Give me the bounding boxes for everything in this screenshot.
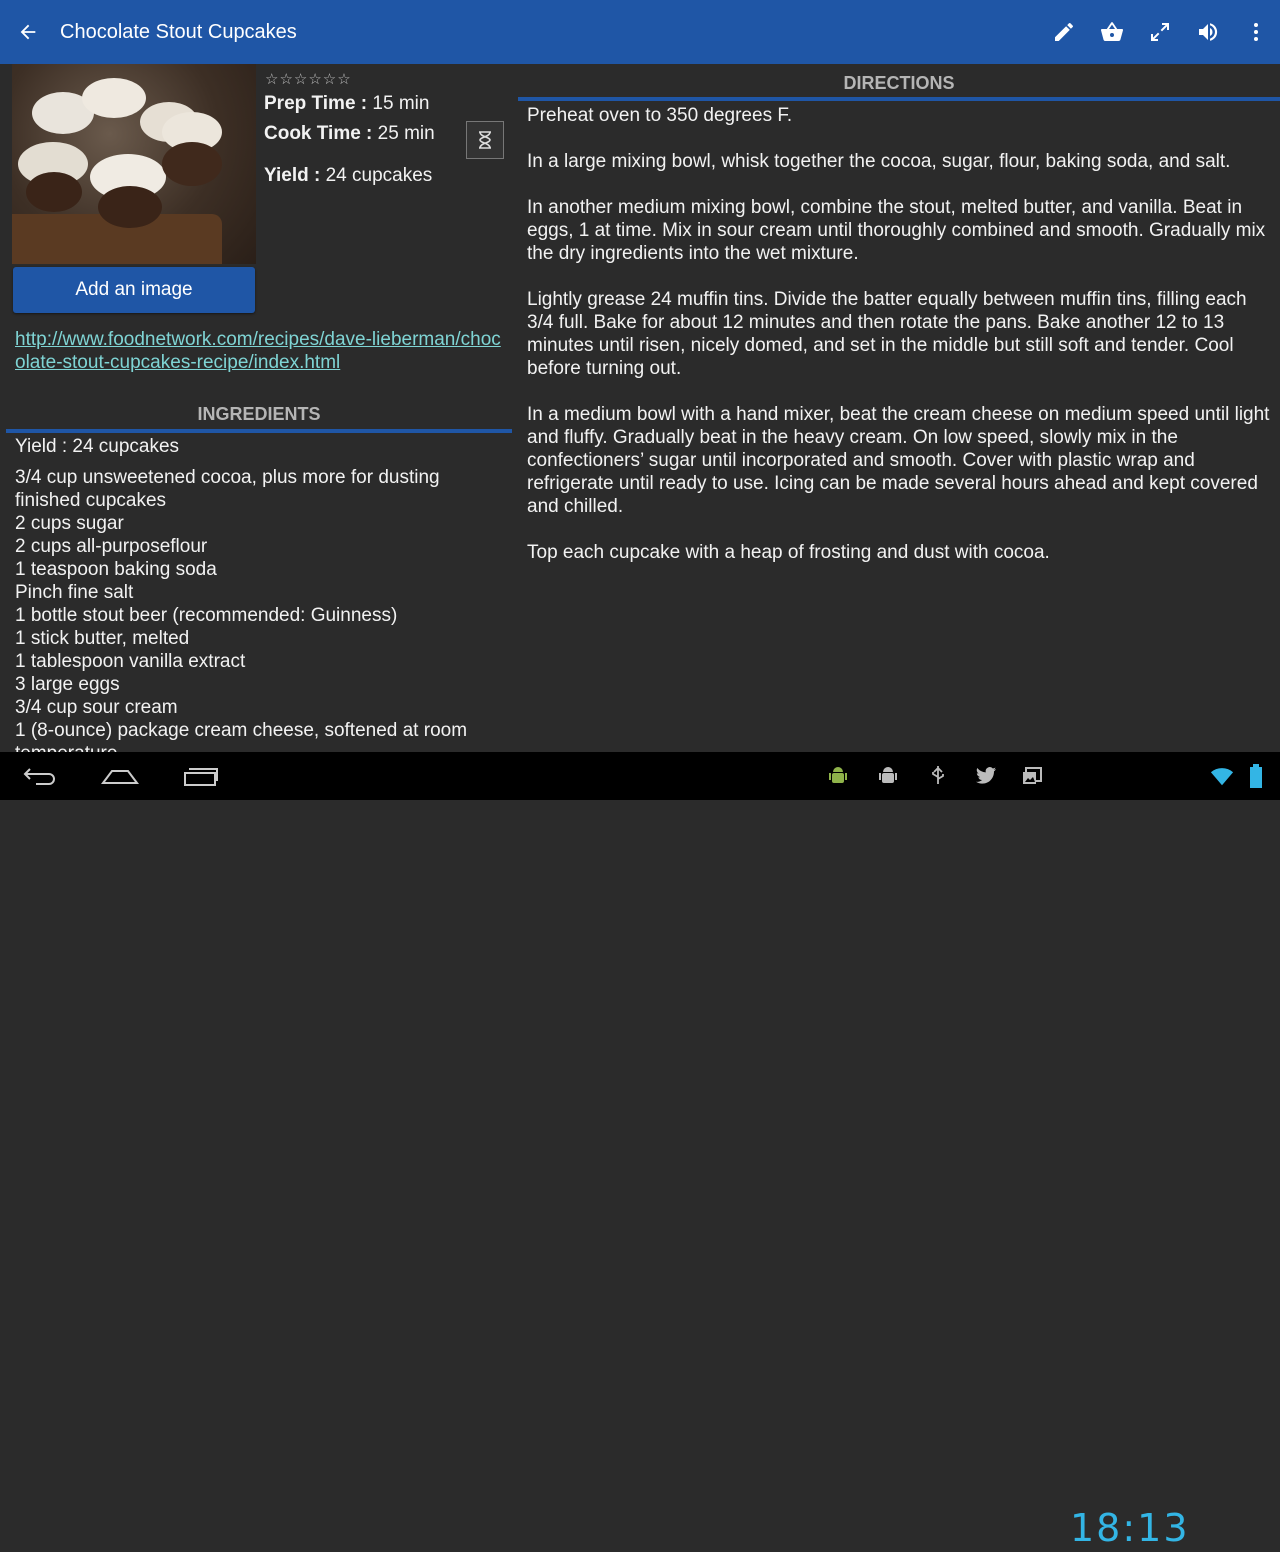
overflow-menu-button[interactable] (1232, 0, 1280, 64)
photo-frosting (82, 78, 146, 118)
rating-stars[interactable]: ☆☆☆☆☆☆ (265, 70, 352, 88)
yield-value: 24 cupcakes (325, 165, 433, 186)
ingredient-item: 1 bottle stout beer (recommended: Guinne… (15, 605, 398, 626)
ingredient-item: 3 large eggs (15, 674, 120, 695)
overflow-menu-icon (1254, 23, 1258, 41)
twitter-icon[interactable] (974, 764, 998, 788)
nav-recents-icon (184, 768, 218, 786)
volume-icon (1199, 23, 1218, 41)
pencil-icon (1055, 23, 1073, 41)
directions-header: DIRECTIONS (843, 73, 955, 93)
hourglass-icon (479, 131, 491, 149)
timer-button[interactable] (466, 121, 504, 159)
usb-icon[interactable] (926, 764, 950, 788)
ingredient-item: 2 cups all-purposeflour (15, 536, 208, 557)
back-arrow-icon (20, 24, 36, 40)
ingredient-item: 1 teaspoon baking soda (15, 559, 217, 580)
ingredient-item: Pinch fine salt (15, 582, 134, 603)
prep-time-label: Prep Time : (264, 93, 368, 114)
directions-list: Preheat oven to 350 degrees F. In a larg… (527, 104, 1272, 587)
add-image-button[interactable]: Add an image (13, 267, 255, 313)
ingredient-item: 3/4 cup sour cream (15, 697, 178, 718)
back-button[interactable] (0, 0, 56, 64)
ingredient-item: 3/4 cup unsweetened cocoa, plus more for… (15, 467, 440, 511)
nav-home-button[interactable] (80, 752, 160, 800)
direction-step: In a large mixing bowl, whisk together t… (527, 151, 1231, 172)
cook-time: Cook Time : 25 min (264, 123, 435, 145)
action-bar (1040, 0, 1280, 64)
android-debug-icon[interactable] (826, 764, 850, 788)
basket-icon (1100, 22, 1124, 42)
ingredients-header: INGREDIENTS (197, 404, 321, 424)
prep-time: Prep Time : 15 min (264, 93, 429, 115)
ingredient-item: 1 (8-ounce) package cream cheese, soften… (15, 720, 468, 752)
cook-time-value: 25 min (377, 123, 435, 144)
ingredient-item: 2 cups sugar (15, 513, 124, 534)
yield: Yield : 24 cupcakes (264, 165, 432, 187)
read-aloud-button[interactable] (1184, 0, 1232, 64)
cook-time-label: Cook Time : (264, 123, 373, 144)
expand-icon (1151, 23, 1169, 41)
yield-label: Yield : (264, 165, 321, 186)
ingredients-list: 3/4 cup unsweetened cocoa, plus more for… (15, 466, 505, 752)
nav-back-button[interactable] (0, 752, 80, 800)
direction-step: Lightly grease 24 muffin tins. Divide th… (527, 289, 1247, 379)
ingredient-item: 1 stick butter, melted (15, 628, 190, 649)
system-clock[interactable]: 18:13 (1070, 1504, 1190, 1552)
photo-cake-base (162, 142, 222, 186)
android-notification-icon[interactable] (876, 764, 900, 788)
direction-step: In a medium bowl with a hand mixer, beat… (527, 404, 1270, 517)
direction-step: Top each cupcake with a heap of frosting… (527, 542, 1050, 563)
nav-home-icon (101, 770, 139, 784)
recipe-photo[interactable] (12, 64, 256, 264)
ingredients-divider (6, 429, 512, 433)
gallery-icon[interactable] (1020, 764, 1044, 788)
source-link[interactable]: http://www.foodnetwork.com/recipes/dave-… (15, 328, 505, 374)
ingredients-yield: Yield : 24 cupcakes (15, 436, 180, 457)
direction-step: In another medium mixing bowl, combine t… (527, 197, 1266, 264)
app-bar: Chocolate Stout Cupcakes (0, 0, 1280, 64)
fullscreen-button[interactable] (1136, 0, 1184, 64)
wifi-icon[interactable] (1210, 764, 1234, 788)
direction-step: Preheat oven to 350 degrees F. (527, 105, 793, 126)
system-navigation-bar: 18:13 (0, 752, 1280, 1550)
directions-divider (518, 97, 1280, 101)
battery-icon[interactable] (1244, 764, 1268, 788)
photo-cake-base (98, 186, 162, 228)
nav-back-icon (23, 768, 55, 785)
prep-time-value: 15 min (372, 93, 430, 114)
ingredient-item: 1 tablespoon vanilla extract (15, 651, 246, 672)
page-title: Chocolate Stout Cupcakes (60, 20, 297, 43)
shopping-list-button[interactable] (1088, 0, 1136, 64)
edit-button[interactable] (1040, 0, 1088, 64)
nav-recents-button[interactable] (160, 752, 240, 800)
photo-cake-base (26, 172, 82, 212)
